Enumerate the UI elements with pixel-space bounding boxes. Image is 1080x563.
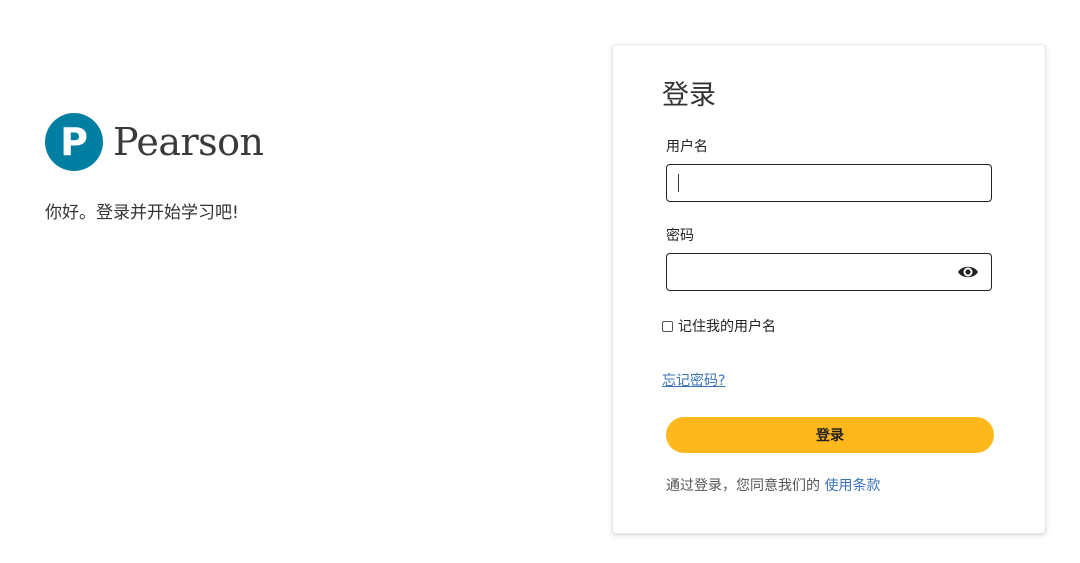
remember-username: 记住我的用户名 — [662, 316, 776, 336]
forgot-password-link[interactable]: 忘记密码? — [662, 370, 725, 390]
username-label: 用户名 — [666, 139, 708, 155]
terms-text: 通过登录，您同意我们的 — [666, 478, 825, 494]
password-label: 密码 — [666, 228, 694, 244]
login-title: 登录 — [662, 80, 716, 111]
login-card: 登录 用户名 密码 记住我的用户名 忘记密码? 登录 通过登录，您同意我们的 使… — [612, 44, 1046, 534]
remember-label: 记住我的用户名 — [678, 319, 776, 335]
terms-of-use-link[interactable]: 使用条款 — [824, 478, 880, 494]
brand-name: Pearson — [113, 120, 264, 164]
login-button[interactable]: 登录 — [666, 417, 994, 453]
username-input[interactable] — [667, 165, 991, 201]
password-input[interactable] — [667, 254, 991, 290]
show-password-eye-icon[interactable] — [957, 263, 979, 281]
terms-notice: 通过登录，您同意我们的 使用条款 — [666, 475, 880, 495]
svg-text:P: P — [60, 120, 88, 164]
brand-header: P Pearson — [45, 113, 264, 171]
text-cursor — [678, 174, 679, 192]
username-field-wrapper — [666, 164, 992, 202]
password-field-wrapper — [666, 253, 992, 291]
pearson-logo-icon: P — [45, 113, 103, 171]
remember-checkbox[interactable] — [662, 320, 673, 332]
greeting-text: 你好。登录并开始学习吧! — [45, 203, 239, 223]
